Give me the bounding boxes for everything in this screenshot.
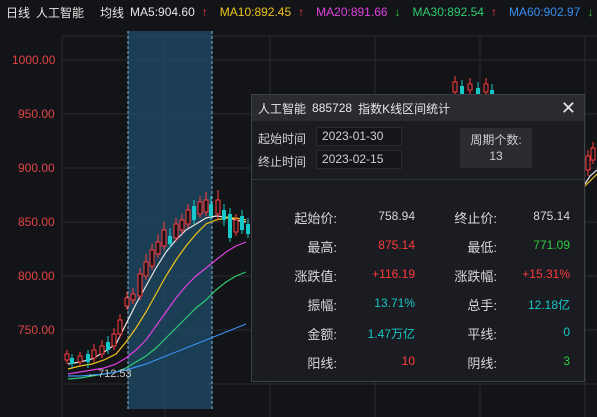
chart-header: 日线 人工智能 均线 MA5:904.60 ↑ MA10:892.45 ↑ MA20… [0,0,597,24]
range-stats-popup: 人工智能 885728 指数K线区间统计 ✕ 起始时间 2023-01-30 终… [251,94,585,382]
end-time-label: 终止时间 [258,155,307,169]
ma5-label: MA5:904.60 ↑ [130,5,208,19]
candle [483,83,489,93]
high-value: 875.14 [378,238,415,252]
candle [117,319,123,335]
candle [64,353,70,361]
selected-range-highlight [128,31,212,409]
flat-value: 0 [563,325,570,339]
ma60-label: MA60:902.97 ↓ [508,5,594,19]
candle [124,297,130,307]
candle [585,155,591,171]
y-tick-900: 900.00 [18,161,55,175]
candle [168,236,172,244]
candle [197,201,203,215]
candle [228,214,232,238]
close-icon[interactable]: ✕ [561,97,576,119]
ma10-label: MA10:892.45 ↑ [219,5,305,19]
candle [86,354,90,362]
end-time-field[interactable]: 2023-02-15 [316,150,402,169]
popup-title-bar: 人工智能 885728 指数K线区间统计 ✕ [252,95,584,121]
period-label[interactable]: 日线 [6,4,30,21]
candle [161,229,167,247]
low-marker: ←712.53 [87,368,132,380]
ma30-label: MA30:892.54 ↑ [412,5,497,19]
candle [203,199,209,213]
candle [111,333,117,347]
popup-index-code: 885728 [312,101,353,115]
candle [106,342,110,350]
start-time-label: 起始时间 [258,132,307,146]
down-arrow-icon: ↓ [394,5,401,19]
low-value: 771.09 [533,238,570,252]
y-tick-950: 950.00 [18,107,55,121]
candle [233,219,239,233]
popup-index-name: 人工智能 [258,101,307,116]
start-price-value: 758.94 [378,209,415,223]
amplitude-value: 13.71% [374,296,415,310]
candle [185,209,191,225]
y-tick-850: 850.00 [18,215,55,229]
y-tick-1000: 1000.00 [12,53,56,67]
candle [99,345,105,355]
down-arrow-icon: ↓ [587,5,594,19]
ma20-label: MA20:891.66 ↓ [316,5,401,19]
period-count-value: 13 [489,149,503,163]
up-arrow-icon: ↑ [490,5,497,19]
total-hand-value: 12.18亿 [527,298,570,312]
y-tick-800: 800.00 [18,269,55,283]
index-name: 人工智能 [36,5,85,20]
candle [155,241,161,255]
y-tick-750: 750.00 [18,323,55,337]
change-value: +116.19 [372,267,415,281]
popup-title-text: 指数K线区间统计 [358,101,451,116]
start-time-field[interactable]: 2023-01-30 [316,127,402,146]
up-arrow-icon: ↑ [298,5,305,19]
candle [192,206,196,220]
down-count-value: 3 [563,354,570,368]
candle [590,147,596,161]
end-price-value: 875.14 [533,209,570,223]
candle [452,81,458,93]
candle [173,223,179,239]
amount-value: 1.47万亿 [367,327,415,341]
candle [70,358,74,364]
up-count-value: 10 [401,354,415,368]
candle [240,216,244,230]
period-count-label: 周期个数: [470,133,522,147]
candle [77,355,83,363]
change-pct-value: +15.31% [522,267,570,281]
candle [222,210,226,220]
candle [149,249,155,267]
candle [467,83,473,91]
candle [130,293,136,301]
candle [246,224,250,234]
ma-setting-label[interactable]: 均线 [100,4,124,21]
candle [91,349,97,359]
candle [179,219,185,231]
candle [460,86,464,94]
candle [215,199,221,215]
candle [143,261,149,277]
period-count-box: 周期个数: 13 [460,128,532,168]
up-arrow-icon: ↑ [201,5,208,19]
candle [209,204,213,216]
divider [252,179,584,180]
candle [137,273,143,297]
